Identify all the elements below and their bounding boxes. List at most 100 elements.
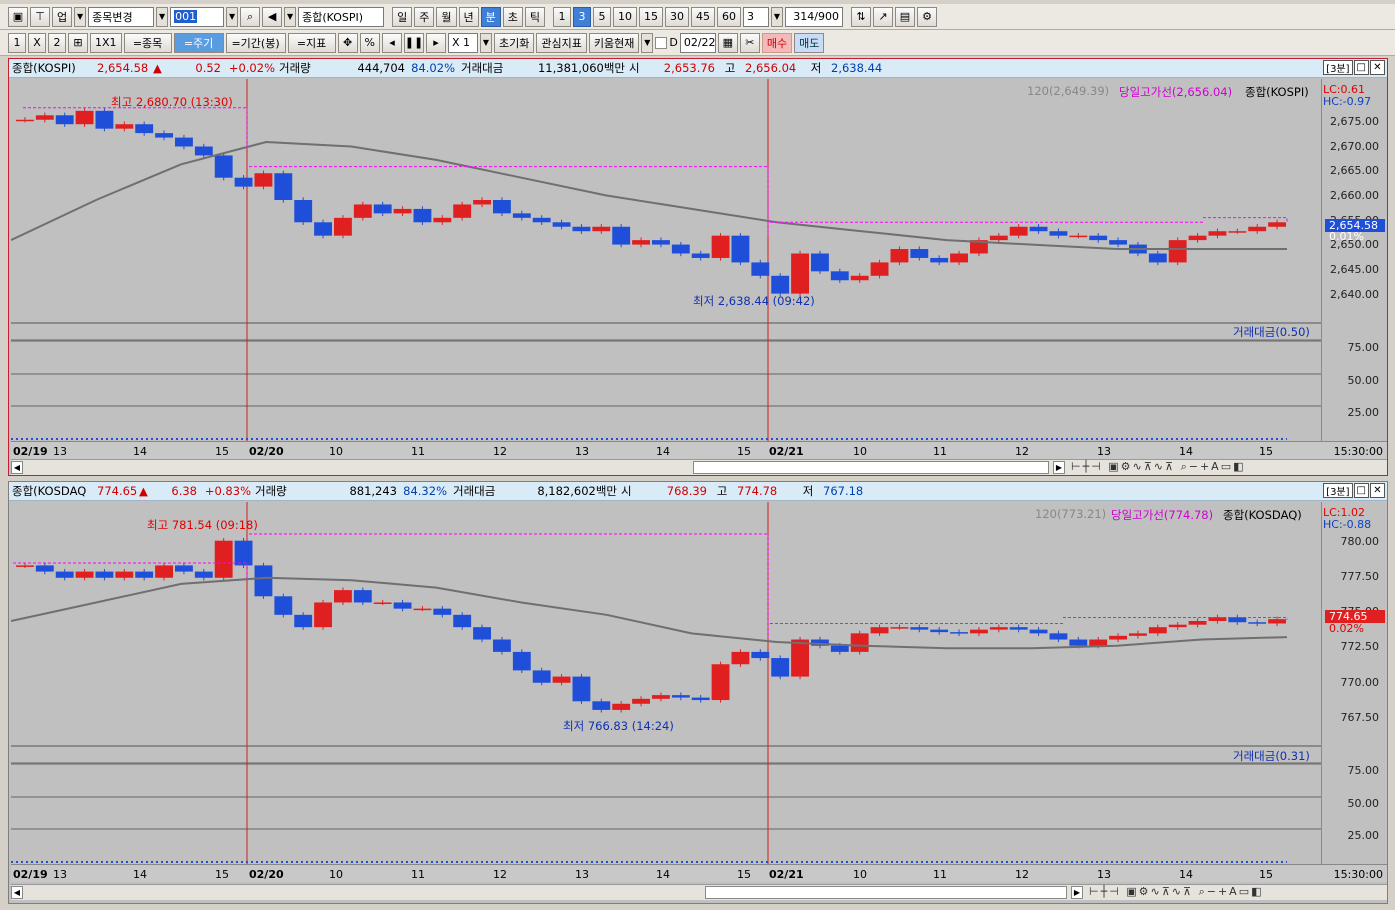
candle-body xyxy=(930,257,949,263)
minute-1-button[interactable]: 1 xyxy=(553,6,571,27)
prev-icon[interactable]: ◂ xyxy=(382,32,402,53)
d-checkbox[interactable] xyxy=(655,36,668,49)
item-button[interactable]: =종목 xyxy=(123,32,172,53)
kospi-y-tick: 2,675.00 xyxy=(1330,115,1379,128)
minute-45-button[interactable]: 45 xyxy=(691,6,715,27)
indicator-button[interactable]: =지표 xyxy=(287,32,336,53)
kospi-amount-label: 거래대금 xyxy=(461,61,504,75)
candle-body xyxy=(711,235,730,258)
kospi-legend-day-high[interactable]: 당일고가선(2,656.04) xyxy=(1119,84,1232,100)
kospi-legend-series[interactable]: 종합(KOSPI) xyxy=(1245,84,1309,100)
search-icon[interactable]: ⌕ xyxy=(240,6,261,27)
period-year-button[interactable]: 년 xyxy=(458,6,479,27)
chevron-down-icon[interactable]: ▼ xyxy=(771,6,783,27)
pause-icon[interactable]: ❚❚ xyxy=(404,32,424,53)
range-button[interactable]: =기간(봉) xyxy=(225,32,286,53)
crosshair-icon[interactable]: ✥ xyxy=(337,32,358,53)
kosdaq-amount-label: 거래대금 xyxy=(453,484,496,498)
percent-button[interactable]: % xyxy=(359,32,380,53)
grid-icon[interactable]: ⊞ xyxy=(68,32,88,53)
pin-icon[interactable]: ⊤ xyxy=(30,6,50,27)
scroll-right-icon[interactable]: ▶ xyxy=(1053,461,1065,474)
x-axis-label: 02/19 xyxy=(13,445,48,458)
zoom-tools-icon[interactable]: ⊢┼⊣ ▣⚙∿⊼∿⊼ ⌕−+A▭◧ xyxy=(1089,885,1263,899)
zoom-field[interactable]: X 1 xyxy=(448,32,478,53)
save-icon[interactable]: ▤ xyxy=(895,6,915,27)
period-week-button[interactable]: 주 xyxy=(414,6,435,27)
period-second-button[interactable]: 초 xyxy=(502,6,523,27)
change-item-select[interactable]: 종목변경 xyxy=(88,6,155,27)
layout-1x1-button[interactable]: 1X1 xyxy=(90,32,122,53)
chevron-down-icon[interactable]: ▼ xyxy=(480,32,492,53)
chevron-down-icon[interactable]: ▼ xyxy=(284,6,297,27)
kosdaq-up-arrow: ▲ xyxy=(139,484,148,498)
reset-button[interactable]: 초기화 xyxy=(494,32,535,53)
kospi-scrollbar[interactable]: ◀ ▶ ⊢┼⊣ ▣⚙∿⊼∿⊼ ⌕−+A▭◧ xyxy=(11,459,1387,475)
speaker-icon[interactable]: ◀ xyxy=(262,6,283,27)
maximize-icon[interactable]: □ xyxy=(1353,483,1369,498)
zoom-tools-icon[interactable]: ⊢┼⊣ ▣⚙∿⊼∿⊼ ⌕−+A▭◧ xyxy=(1071,460,1245,474)
scroll-thumb[interactable] xyxy=(693,461,1049,474)
interval-input[interactable]: 3 xyxy=(743,6,769,27)
kosdaq-scrollbar[interactable]: ◀ ▶ ⊢┼⊣ ▣⚙∿⊼∿⊼ ⌕−+A▭◧ xyxy=(11,884,1387,900)
kospi-plot-area[interactable]: 2,675.00 2,670.00 2,665.00 2,660.00 2,65… xyxy=(11,79,1387,441)
scroll-left-icon[interactable]: ◀ xyxy=(11,461,23,474)
kosdaq-legend-day-high[interactable]: 당일고가선(774.78) xyxy=(1111,507,1213,523)
period-day-button[interactable]: 일 xyxy=(392,6,413,27)
minute-5-button[interactable]: 5 xyxy=(593,6,611,27)
layout-2-button[interactable]: 2 xyxy=(48,32,66,53)
bar-count-field[interactable]: 314/900 xyxy=(785,6,843,27)
kosdaq-y-tick: 777.50 xyxy=(1340,570,1380,583)
period-minute-button[interactable]: 분 xyxy=(480,6,501,27)
maximize-icon[interactable]: □ xyxy=(1353,60,1369,75)
kosdaq-timeframe-badge[interactable]: [3분] xyxy=(1323,483,1353,498)
kosdaq-plot-area[interactable]: 780.00 777.50 775.00 772.50 770.00 767.5… xyxy=(11,502,1387,864)
period-month-button[interactable]: 월 xyxy=(436,6,457,27)
kospi-timeframe-badge[interactable]: [3분] xyxy=(1323,60,1353,75)
chevron-down-icon[interactable]: ▼ xyxy=(641,32,654,53)
layout-1-button[interactable]: 1 xyxy=(8,32,26,53)
kiwoom-current-button[interactable]: 키움현재 xyxy=(588,32,640,53)
x-axis-label: 14 xyxy=(1179,445,1193,458)
close-icon[interactable]: ✕ xyxy=(1370,483,1385,498)
close-icon[interactable]: ✕ xyxy=(1370,60,1385,75)
minute-30-button[interactable]: 30 xyxy=(665,6,689,27)
chevron-down-icon[interactable]: ▼ xyxy=(226,6,239,27)
trend-icon[interactable]: ↗ xyxy=(873,6,893,27)
watch-indicator-button[interactable]: 관심지표 xyxy=(536,32,587,53)
window-icon[interactable]: ▣ xyxy=(8,6,28,27)
scroll-right-icon[interactable]: ▶ xyxy=(1071,886,1083,899)
scroll-left-icon[interactable]: ◀ xyxy=(11,886,23,899)
index-name-field[interactable]: 종합(KOSPI) xyxy=(298,6,385,27)
kospi-change-pct: +0.02% xyxy=(228,61,275,75)
date-field[interactable]: 02/22 xyxy=(679,32,716,53)
buy-button[interactable]: 매수 xyxy=(761,32,793,53)
period-tick-button[interactable]: 틱 xyxy=(524,6,545,27)
chevron-down-icon[interactable]: ▼ xyxy=(156,6,169,27)
kosdaq-legend-series[interactable]: 종합(KOSDAQ) xyxy=(1223,507,1302,523)
candle-body xyxy=(433,608,452,615)
minute-15-button[interactable]: 15 xyxy=(639,6,663,27)
code-input[interactable]: 001 xyxy=(170,6,225,27)
gear-icon[interactable]: ⚙ xyxy=(917,6,937,27)
candle-body xyxy=(671,695,690,698)
kosdaq-volume-legend[interactable]: 거래대금(0.31) xyxy=(1233,748,1310,764)
market-select[interactable]: 업 xyxy=(52,6,73,27)
period-button[interactable]: =주기 xyxy=(173,32,224,53)
candle-body xyxy=(1129,633,1147,636)
calendar-icon[interactable]: ▦ xyxy=(717,32,738,53)
chevron-down-icon[interactable]: ▼ xyxy=(74,6,87,27)
minute-60-button[interactable]: 60 xyxy=(717,6,741,27)
sell-button[interactable]: 매도 xyxy=(794,32,825,53)
chart-tool-icon[interactable]: ⇅ xyxy=(851,6,871,27)
next-icon[interactable]: ▸ xyxy=(426,32,446,53)
candle-body xyxy=(1009,226,1028,236)
kospi-chart-panel: 종합(KOSPI) 2,654.58 ▲ 0.52 +0.02% 거래량 444… xyxy=(8,58,1388,476)
scissors-icon[interactable]: ✂ xyxy=(739,32,760,53)
minute-10-button[interactable]: 10 xyxy=(613,6,637,27)
minute-3-button[interactable]: 3 xyxy=(573,6,591,27)
kospi-legend-ma[interactable]: 120(2,649.39) xyxy=(1027,84,1109,98)
kosdaq-legend-ma[interactable]: 120(773.21) xyxy=(1035,507,1106,521)
scroll-thumb[interactable] xyxy=(705,886,1067,899)
kospi-volume-legend[interactable]: 거래대금(0.50) xyxy=(1233,324,1310,340)
